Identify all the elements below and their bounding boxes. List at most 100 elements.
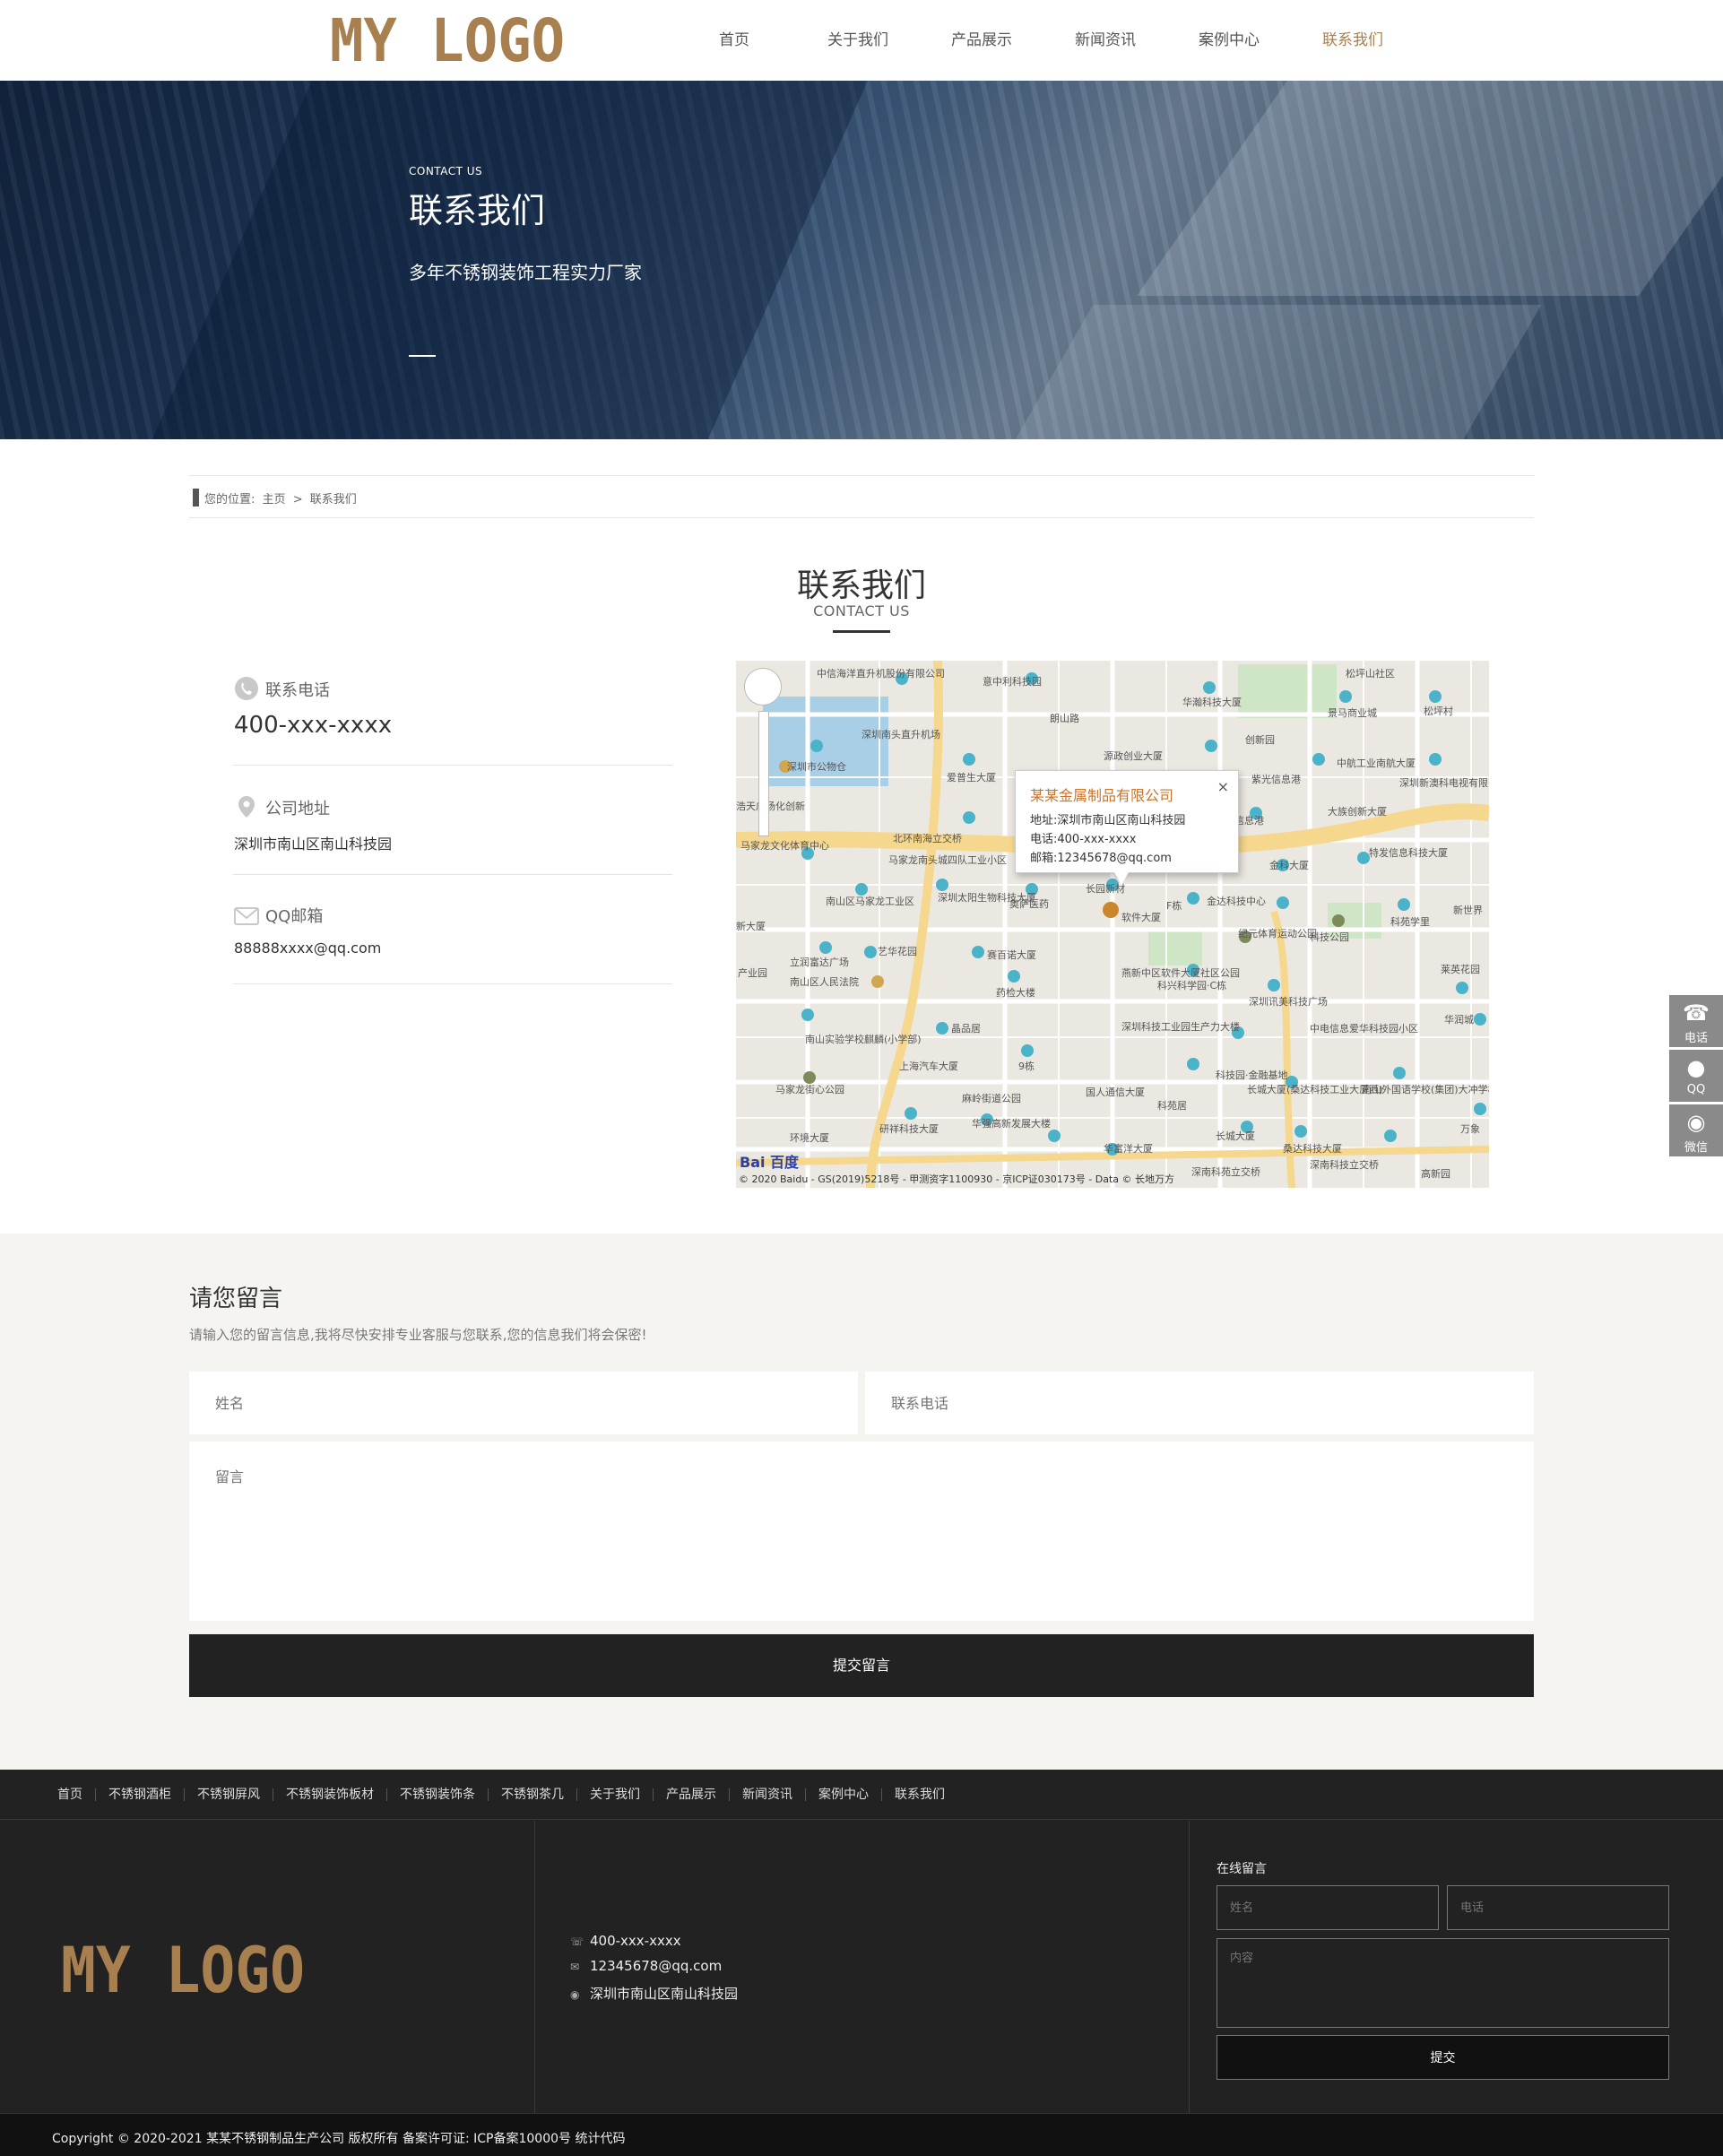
- map-label: 松坪山社区: [1346, 667, 1395, 680]
- map-label: 金达科技中心: [1207, 895, 1266, 907]
- breadcrumb-text: 您的位置: 主页 > 联系我们: [204, 489, 360, 507]
- map-label: 华强高新发展大楼: [972, 1117, 1051, 1130]
- side-wechat-button[interactable]: ◉ 微信: [1669, 1104, 1723, 1156]
- map-label: 9栋: [1018, 1060, 1035, 1072]
- map-label: 奥萨医药: [1009, 897, 1049, 910]
- contact-email-value: 88888xxxx@qq.com: [234, 939, 382, 957]
- contact-address-block: 公司地址 深圳市南山区南山科技园: [233, 776, 672, 875]
- footer-address: ◉ 深圳市南山区南山科技园: [570, 1984, 738, 2003]
- name-input[interactable]: [189, 1372, 858, 1434]
- site-logo[interactable]: MY LOGO: [330, 11, 565, 70]
- map-label: 北环南海立交桥: [893, 832, 962, 844]
- phone-input[interactable]: [865, 1372, 1534, 1434]
- footer-nav: 首页 不锈钢酒柜 不锈钢屏风 不锈钢装饰板材 不锈钢装饰条 不锈钢茶几 关于我们…: [0, 1770, 1723, 1820]
- footer-submit-button[interactable]: 提交: [1216, 2035, 1669, 2080]
- wechat-icon: ◉: [1686, 1110, 1706, 1135]
- message-title: 请您留言: [189, 1286, 283, 1312]
- footer-link[interactable]: 产品展示: [653, 1788, 729, 1801]
- map-label: 中电信息爱华科技园小区: [1310, 1022, 1418, 1035]
- footer-name-input[interactable]: [1216, 1885, 1439, 1930]
- footer-link[interactable]: 不锈钢屏风: [184, 1788, 273, 1801]
- contact-address-value: 深圳市南山区南山科技园: [234, 836, 393, 853]
- footer-link[interactable]: 不锈钢装饰条: [386, 1788, 488, 1801]
- nav-about[interactable]: 关于我们: [796, 0, 920, 81]
- map-label: 赛百诺大厦: [987, 948, 1036, 961]
- footer-email-value: 12345678@qq.com: [590, 1958, 723, 1974]
- map-label: 科兴科学园·C栋: [1157, 979, 1226, 991]
- logo-text: MY LOGO: [330, 11, 565, 70]
- banner-title: 联系我们: [409, 191, 546, 230]
- map-label: 创新园: [1245, 733, 1275, 746]
- side-qq-button[interactable]: ● QQ: [1669, 1050, 1723, 1102]
- map-label: 紫光信息港: [1251, 773, 1301, 785]
- section-subtitle: CONTACT US: [813, 602, 910, 619]
- footer-logo-text: MY LOGO: [61, 1938, 305, 2001]
- map-label: 中航工业南航大厦: [1337, 757, 1416, 769]
- banner-subtitle: 多年不锈钢装饰工程实力厂家: [409, 262, 642, 283]
- message-textarea[interactable]: [189, 1442, 1534, 1621]
- phone-icon: [235, 677, 258, 700]
- map-label: 研祥科技大厦: [879, 1122, 939, 1135]
- footer-link[interactable]: 不锈钢茶几: [488, 1788, 576, 1801]
- map-label: 晶品居: [951, 1023, 981, 1035]
- map-label: 景马商业城: [1328, 706, 1377, 719]
- map-label: 立润富达广场: [790, 956, 849, 968]
- breadcrumb-home-link[interactable]: 主页: [263, 493, 286, 507]
- footer: 首页 不锈钢酒柜 不锈钢屏风 不锈钢装饰板材 不锈钢装饰条 不锈钢茶几 关于我们…: [0, 1770, 1723, 2156]
- map-info-window: 某某金属制品有限公司 × 地址:深圳市南山区南山科技园 电话:400-xxx-x…: [1015, 770, 1239, 885]
- map-label: 新大厦: [736, 920, 766, 932]
- map-label: 浩天广场化创新: [736, 800, 805, 812]
- footer-phone-input[interactable]: [1447, 1885, 1669, 1930]
- message-description: 请输入您的留言信息,我将尽快安排专业客服与您联系,您的信息我们将会保密!: [189, 1327, 647, 1343]
- section-title: 联系我们: [796, 567, 926, 604]
- map-label: 莱英花园: [1441, 963, 1480, 975]
- map-pan-control[interactable]: [744, 668, 782, 706]
- footer-link[interactable]: 新闻资讯: [729, 1788, 805, 1801]
- side-qq-label: QQ: [1686, 1083, 1706, 1096]
- popup-close-icon[interactable]: ×: [1217, 778, 1229, 795]
- map-zoom-slider[interactable]: [758, 711, 769, 836]
- side-phone-button[interactable]: ☎ 电话: [1669, 995, 1723, 1047]
- map-label: 南山实验学校麒麟(小学部): [805, 1033, 922, 1045]
- nav-contact[interactable]: 联系我们: [1291, 0, 1415, 81]
- banner-divider: [409, 355, 436, 357]
- map-label: 深圳新澳科电视有限公司: [1399, 776, 1489, 789]
- nav-news[interactable]: 新闻资讯: [1043, 0, 1167, 81]
- side-wechat-label: 微信: [1684, 1141, 1708, 1155]
- map-label: 国人通信大厦: [1086, 1086, 1145, 1098]
- nav-products[interactable]: 产品展示: [920, 0, 1043, 81]
- submit-message-button[interactable]: 提交留言: [189, 1634, 1534, 1697]
- breadcrumb-marker: [193, 489, 199, 507]
- map-canvas[interactable]: 中信海洋直升机股份有限公司 意中利科技园 华瀚科技大厦 松坪山社区 松坪村 景马…: [736, 661, 1489, 1188]
- map-label: 特发信息科技大厦: [1369, 846, 1448, 859]
- map-label: 深圳讯美科技广场: [1249, 995, 1328, 1008]
- baidu-map[interactable]: 中信海洋直升机股份有限公司 意中利科技园 华瀚科技大厦 松坪山社区 松坪村 景马…: [736, 661, 1489, 1188]
- map-label: F栋: [1166, 899, 1182, 912]
- footer-link[interactable]: 不锈钢装饰板材: [273, 1788, 386, 1801]
- map-copyright: © 2020 Baidu - GS(2019)5218号 - 甲测资字11009…: [739, 1173, 1175, 1185]
- map-label: 南山区人民法院: [790, 975, 859, 988]
- mail-icon: ✉: [570, 1961, 580, 1973]
- main-nav: 首页 关于我们 产品展示 新闻资讯 案例中心 联系我们: [672, 0, 1415, 81]
- footer-phone-value: 400-xxx-xxxx: [590, 1933, 681, 1949]
- nav-home[interactable]: 首页: [672, 0, 796, 81]
- map-label: 药检大楼: [996, 986, 1035, 999]
- footer-logo[interactable]: MY LOGO: [61, 1938, 305, 2001]
- map-label: 环境大厦: [790, 1131, 829, 1144]
- footer-link[interactable]: 关于我们: [576, 1788, 653, 1801]
- phone-icon: ☎: [1683, 1000, 1710, 1026]
- contact-email-block: QQ邮箱 88888xxxx@qq.com: [233, 886, 672, 984]
- nav-cases[interactable]: 案例中心: [1167, 0, 1291, 81]
- map-label: 产业园: [738, 966, 767, 979]
- location-icon: [238, 796, 255, 818]
- footer-link[interactable]: 首页: [47, 1788, 95, 1801]
- popup-address: 地址:深圳市南山区南山科技园: [1030, 814, 1186, 827]
- map-label: 长城大厦: [1216, 1130, 1255, 1142]
- footer-link[interactable]: 不锈钢酒柜: [95, 1788, 184, 1801]
- footer-link[interactable]: 联系我们: [881, 1788, 957, 1801]
- map-label: 深圳科技工业园生产力大楼: [1121, 1020, 1240, 1033]
- breadcrumb-prefix: 您的位置:: [204, 493, 255, 507]
- baidu-logo[interactable]: Bai 百度: [740, 1150, 799, 1172]
- footer-content-textarea[interactable]: [1216, 1938, 1669, 2028]
- footer-link[interactable]: 案例中心: [805, 1788, 881, 1801]
